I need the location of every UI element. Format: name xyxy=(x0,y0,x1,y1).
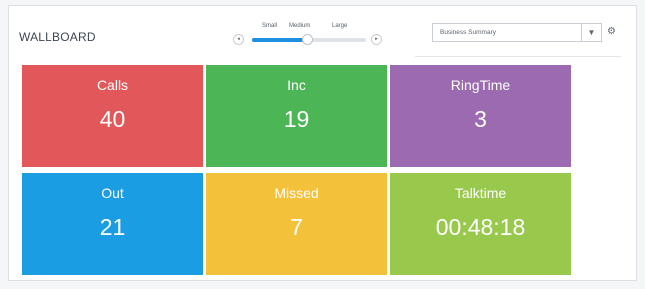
tile-label: Calls xyxy=(96,77,129,93)
tile-value: 19 xyxy=(283,106,310,132)
view-select-toggle[interactable]: ▼ xyxy=(581,23,602,42)
tile-value: 21 xyxy=(99,214,126,240)
size-slider-fill xyxy=(252,38,307,42)
tile-missed: Missed 7 xyxy=(206,173,387,275)
tile-value: 40 xyxy=(99,106,126,132)
tile-label: RingTime xyxy=(450,77,511,93)
gear-icon: ⚙ xyxy=(607,26,616,37)
settings-button[interactable]: ⚙ xyxy=(602,23,621,42)
tile-inc: Inc 19 xyxy=(206,65,387,167)
tile-out: Out 21 xyxy=(22,173,203,275)
chevron-left-icon: ◂ xyxy=(237,36,240,42)
tile-talktime: Talktime 00:48:18 xyxy=(390,173,571,275)
tile-value: 3 xyxy=(474,106,487,132)
view-select[interactable]: Business Summary xyxy=(432,23,582,42)
size-decrease-button[interactable]: ◂ xyxy=(233,34,244,45)
tile-calls: Calls 40 xyxy=(22,65,203,167)
size-increase-button[interactable]: ▸ xyxy=(371,34,382,45)
size-slider-handle[interactable] xyxy=(302,34,313,45)
tile-label: Talktime xyxy=(454,185,507,201)
tile-ringtime: RingTime 3 xyxy=(390,65,571,167)
header-divider xyxy=(415,56,621,57)
tile-label: Inc xyxy=(287,77,306,93)
tile-label: Missed xyxy=(274,185,319,201)
size-label-large: Large xyxy=(332,23,348,29)
chevron-right-icon: ▸ xyxy=(375,36,378,42)
chevron-down-icon: ▼ xyxy=(587,28,596,37)
page-title: WALLBOARD xyxy=(19,30,96,44)
size-label-medium: Medium xyxy=(289,23,311,29)
tile-value: 7 xyxy=(290,214,303,240)
size-label-small: Small xyxy=(262,23,278,29)
size-slider[interactable] xyxy=(252,34,366,45)
tile-value: 00:48:18 xyxy=(435,214,526,240)
tile-label: Out xyxy=(101,185,124,201)
